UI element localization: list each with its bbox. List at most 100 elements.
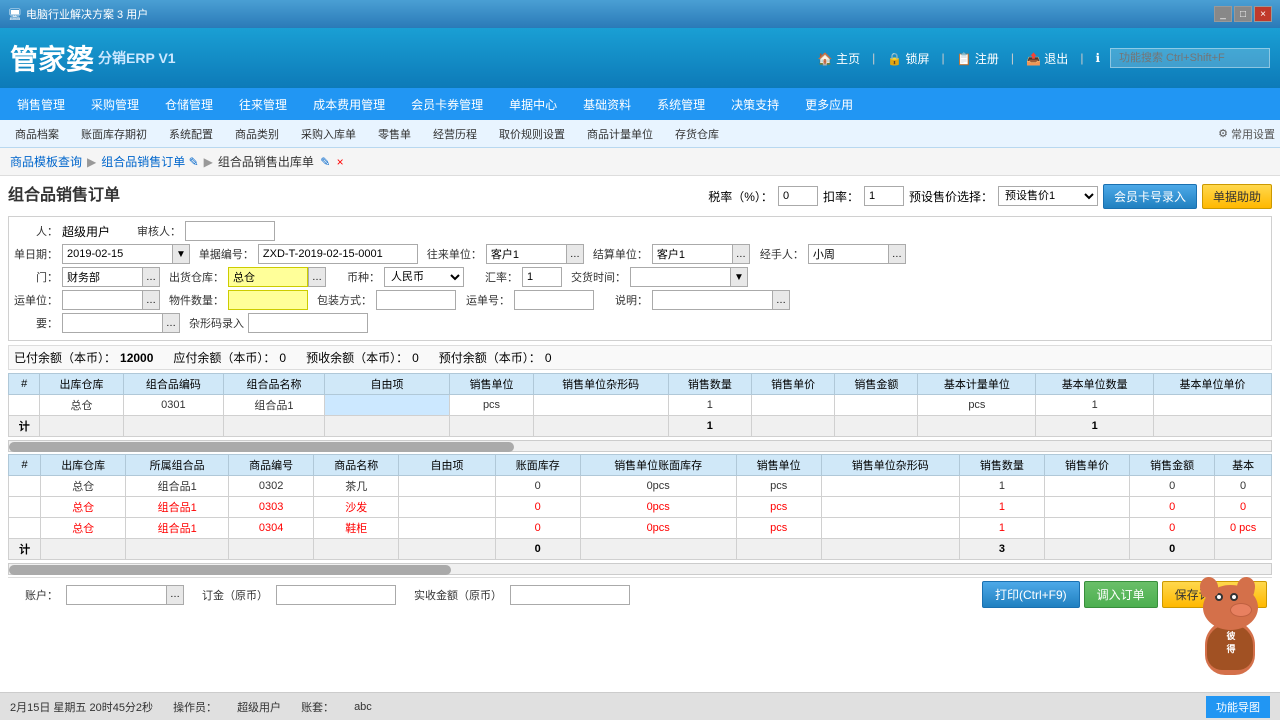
subnav-purchase-in[interactable]: 采购入库单 xyxy=(291,124,366,144)
print-button[interactable]: 打印(Ctrl+F9) xyxy=(982,581,1080,608)
dept-btn[interactable]: … xyxy=(142,267,160,287)
delivery-btn[interactable]: ▼ xyxy=(730,267,748,287)
subnav-history[interactable]: 经营历程 xyxy=(423,124,487,144)
th-sales-barcode: 销售单位杂形码 xyxy=(533,374,668,395)
account-btn[interactable]: … xyxy=(166,585,184,605)
pack-input[interactable] xyxy=(376,290,456,310)
price-select[interactable]: 预设售价1 xyxy=(998,186,1098,206)
breadcrumb-item-2[interactable]: 组合品销售订单 ✎ xyxy=(101,153,198,170)
window-controls[interactable]: _ □ × xyxy=(1214,6,1272,22)
partner-btn[interactable]: … xyxy=(566,244,584,264)
nav-system[interactable]: 系统管理 xyxy=(645,92,717,117)
register-link[interactable]: 📋 注册 xyxy=(957,50,999,67)
tax-input[interactable] xyxy=(778,186,818,206)
table-row: 总仓 组合品1 0303 沙发 0 0pcs pcs 1 0 0 xyxy=(9,497,1272,518)
date-label: 单日期： xyxy=(13,246,58,262)
dept-input[interactable] xyxy=(62,267,142,287)
function-search-input[interactable] xyxy=(1110,48,1270,68)
import-button[interactable]: 调入订单 xyxy=(1084,581,1158,608)
rate-input[interactable] xyxy=(522,267,562,287)
nav-warehouse[interactable]: 仓储管理 xyxy=(153,92,225,117)
breadcrumb-close[interactable]: × xyxy=(337,155,344,169)
subnav-uom[interactable]: 商品计量单位 xyxy=(577,124,663,144)
th-warehouse: 出库仓库 xyxy=(40,374,123,395)
note-input[interactable] xyxy=(652,290,772,310)
product-detail-table: # 出库仓库 所属组合品 商品编号 商品名称 自由项 账面库存 销售单位账面库存… xyxy=(8,454,1272,560)
info-link[interactable]: ℹ xyxy=(1095,51,1100,65)
form-row-4: 运单位： … 物件数量： 包装方式： 运单号： 说明： … xyxy=(13,290,1267,310)
th2-base: 基本 xyxy=(1215,455,1272,476)
breadcrumb-item-1[interactable]: 商品模板查询 xyxy=(10,153,82,170)
settle-input[interactable] xyxy=(652,244,732,264)
subnav-warehouse[interactable]: 存货仓库 xyxy=(665,124,729,144)
currency-select[interactable]: 人民币 xyxy=(384,267,464,287)
docno-input[interactable] xyxy=(258,244,418,264)
nav-transactions[interactable]: 往来管理 xyxy=(227,92,299,117)
auditor-label: 审核人： xyxy=(136,223,181,239)
th-sales-unit: 销售单位 xyxy=(450,374,533,395)
person2-btn[interactable]: … xyxy=(888,244,906,264)
settle-wrapper: … xyxy=(652,244,750,264)
delivery-input[interactable] xyxy=(630,267,730,287)
nav-sales[interactable]: 销售管理 xyxy=(5,92,77,117)
auditor-input[interactable] xyxy=(185,221,275,241)
barcode-input[interactable] xyxy=(248,313,368,333)
logout-link[interactable]: 📤 退出 xyxy=(1026,50,1068,67)
req-input[interactable] xyxy=(62,313,162,333)
page-title: 组合品销售订单 xyxy=(8,181,120,205)
currency-label: 币种： xyxy=(335,269,380,285)
member-card-btn[interactable]: 会员卡号录入 xyxy=(1103,184,1197,209)
discount-input[interactable] xyxy=(864,186,904,206)
warehouse-btn[interactable]: … xyxy=(308,267,326,287)
transport-input[interactable] xyxy=(62,290,142,310)
transport-wrapper: … xyxy=(62,290,160,310)
person2-input[interactable] xyxy=(808,244,888,264)
req-btn[interactable]: … xyxy=(162,313,180,333)
subnav-product-file[interactable]: 商品档案 xyxy=(5,124,69,144)
close-button[interactable]: × xyxy=(1254,6,1272,22)
th-base-price: 基本单位单价 xyxy=(1154,374,1272,395)
date-input[interactable] xyxy=(62,244,172,264)
account-input[interactable] xyxy=(66,585,166,605)
nav-basic[interactable]: 基础资料 xyxy=(571,92,643,117)
shipno-input[interactable] xyxy=(514,290,594,310)
th-combo-name: 组合品名称 xyxy=(224,374,325,395)
order-input[interactable] xyxy=(276,585,396,605)
th-combo-code: 组合品编码 xyxy=(123,374,224,395)
subnav-stock-init[interactable]: 账面库存期初 xyxy=(71,124,157,144)
home-link[interactable]: 🏠 主页 xyxy=(818,50,860,67)
status-bar: 2月15日 星期五 20时45分2秒 操作员： 超级用户 账套： abc 功能导… xyxy=(0,692,1280,720)
th2-no: # xyxy=(9,455,41,476)
transport-btn[interactable]: … xyxy=(142,290,160,310)
count-input[interactable] xyxy=(228,290,308,310)
minimize-button[interactable]: _ xyxy=(1214,6,1232,22)
scrollbar-thumb-1[interactable] xyxy=(9,442,514,452)
th-sales-price: 销售单价 xyxy=(751,374,834,395)
nav-membership[interactable]: 会员卡券管理 xyxy=(399,92,495,117)
actual-input[interactable] xyxy=(510,585,630,605)
settle-btn[interactable]: … xyxy=(732,244,750,264)
subnav-price-rule[interactable]: 取价规则设置 xyxy=(489,124,575,144)
subnav-product-category[interactable]: 商品类别 xyxy=(225,124,289,144)
maximize-button[interactable]: □ xyxy=(1234,6,1252,22)
scrollbar-thumb-2[interactable] xyxy=(9,565,451,575)
nav-cost[interactable]: 成本费用管理 xyxy=(301,92,397,117)
help-btn[interactable]: 单据助助 xyxy=(1202,184,1272,209)
scrollbar-h-2[interactable] xyxy=(8,563,1272,575)
nav-decision[interactable]: 决策支持 xyxy=(719,92,791,117)
subnav-sys-config[interactable]: 系统配置 xyxy=(159,124,223,144)
subnav-retail[interactable]: 零售单 xyxy=(368,124,421,144)
table1-header-row: # 出库仓库 组合品编码 组合品名称 自由项 销售单位 销售单位杂形码 销售数量… xyxy=(9,374,1272,395)
nav-purchase[interactable]: 采购管理 xyxy=(79,92,151,117)
settings-button[interactable]: ⚙ 常用设置 xyxy=(1218,126,1275,142)
partner-input[interactable] xyxy=(486,244,566,264)
nav-voucher[interactable]: 单据中心 xyxy=(497,92,569,117)
lock-link[interactable]: 🔒 锁屏 xyxy=(887,50,929,67)
date-picker-btn[interactable]: ▼ xyxy=(172,244,190,264)
func-map-btn[interactable]: 功能导图 xyxy=(1206,696,1270,718)
nav-more[interactable]: 更多应用 xyxy=(793,92,865,117)
note-btn[interactable]: … xyxy=(772,290,790,310)
scrollbar-h-1[interactable] xyxy=(8,440,1272,452)
delivery-label: 交货时间： xyxy=(571,269,626,285)
warehouse-input[interactable] xyxy=(228,267,308,287)
